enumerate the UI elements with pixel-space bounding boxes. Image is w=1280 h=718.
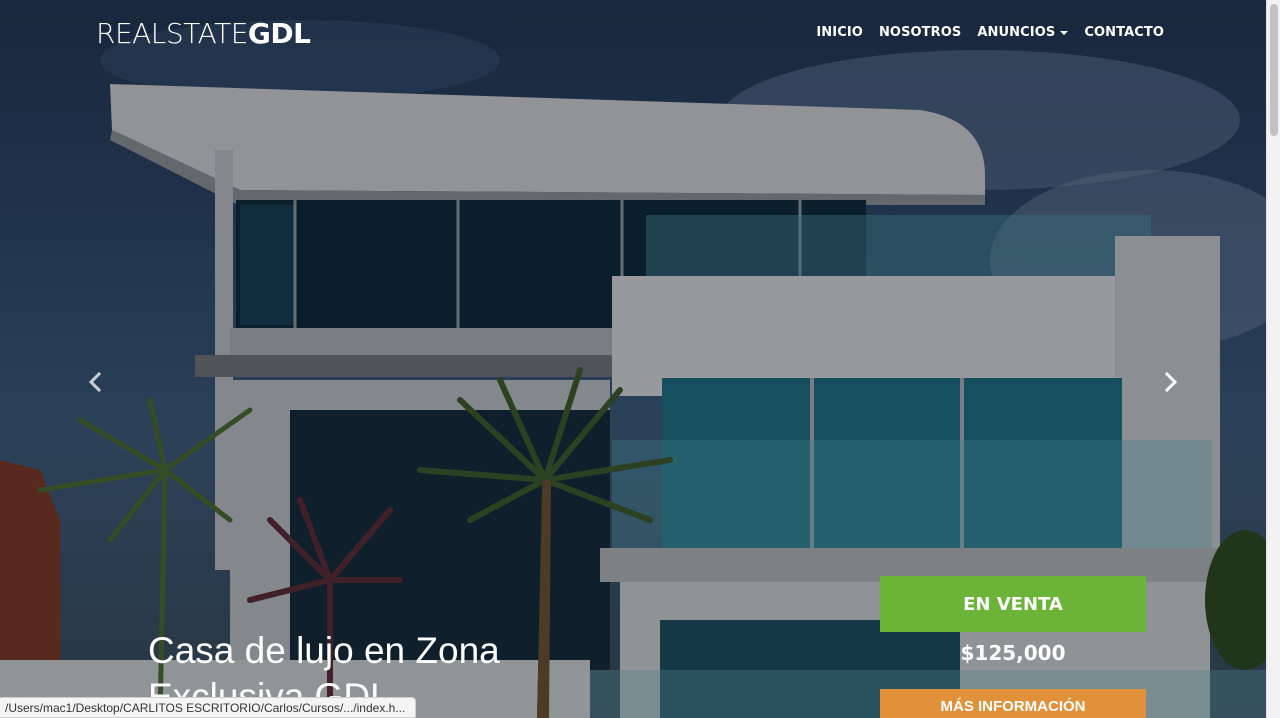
nav-menu: INICIO NOSOTROS ANUNCIOS CONTACTO xyxy=(816,25,1164,40)
caret-down-icon xyxy=(1060,30,1069,35)
scrollbar-thumb[interactable] xyxy=(1270,4,1278,136)
nav-link-anuncios[interactable]: ANUNCIOS xyxy=(977,25,1069,40)
more-info-button[interactable]: MÁS INFORMACIÓN xyxy=(880,689,1146,718)
chevron-right-icon xyxy=(1164,371,1178,393)
chevron-left-icon xyxy=(88,371,102,393)
page-scrollbar[interactable] xyxy=(1266,0,1280,718)
brand-light-text: REALSTATE xyxy=(96,17,248,50)
nav-link-nosotros[interactable]: NOSOTROS xyxy=(879,25,961,40)
brand-bold-text: GDL xyxy=(247,17,311,50)
browser-status-bar: /Users/mac1/Desktop/CARLITOS ESCRITORIO/… xyxy=(0,697,417,718)
nav-link-inicio[interactable]: INICIO xyxy=(816,25,863,40)
nav-link-anuncios-label: ANUNCIOS xyxy=(977,25,1056,40)
brand-logo[interactable]: REALSTATEGDL xyxy=(96,17,311,51)
listing-price: $125,000 xyxy=(960,641,1066,665)
navbar: REALSTATEGDL INICIO NOSOTROS ANUNCIOS CO… xyxy=(0,0,1266,70)
carousel-prev-button[interactable] xyxy=(84,370,108,394)
nav-link-contacto[interactable]: CONTACTO xyxy=(1084,25,1164,40)
sale-status-badge: EN VENTA xyxy=(880,576,1146,632)
carousel-next-button[interactable] xyxy=(1158,370,1182,394)
